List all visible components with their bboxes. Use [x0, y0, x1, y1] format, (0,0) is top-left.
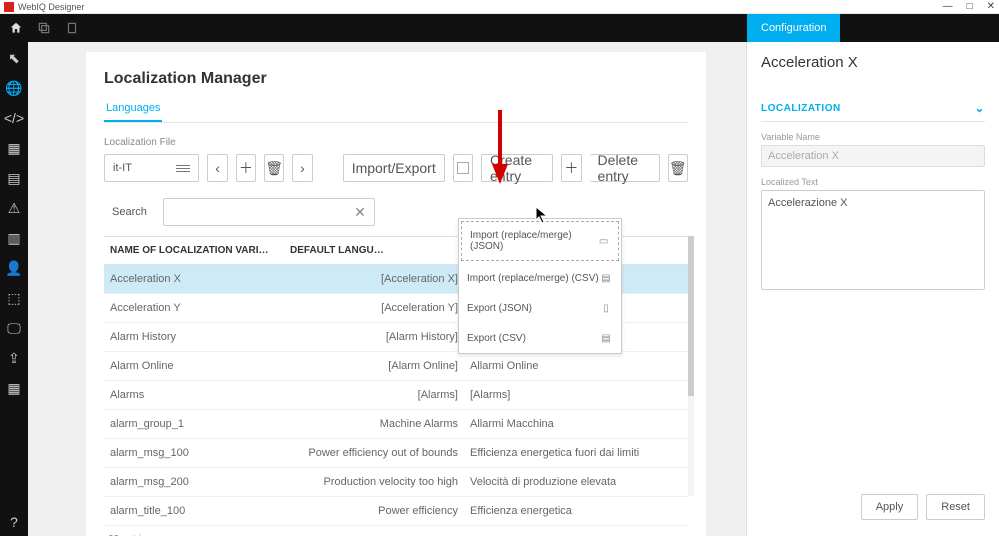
add-entry-button[interactable]: ＋	[561, 154, 581, 182]
top-toolbar	[0, 14, 999, 42]
delete-language-button[interactable]: 🗑	[264, 154, 284, 182]
next-button[interactable]: ›	[292, 154, 312, 182]
tab-languages[interactable]: Languages	[104, 98, 162, 122]
th-name[interactable]: NAME OF LOCALIZATION VARI…	[104, 237, 284, 265]
cursor-icon	[535, 206, 549, 224]
configuration-panel: Acceleration X LOCALIZATION ⌄ Variable N…	[746, 42, 999, 536]
window-minimize[interactable]: —	[943, 1, 953, 12]
localized-text-input[interactable]: Accelerazione X	[761, 190, 985, 290]
tool-user-icon[interactable]: 👤	[2, 256, 26, 280]
export-json-icon: ▯	[599, 301, 613, 315]
table-row[interactable]: alarm_title_100Power efficiencyEfficienz…	[104, 497, 688, 526]
variable-name-label: Variable Name	[761, 132, 985, 142]
locale-value: it-IT	[113, 162, 132, 174]
menu-import-csv[interactable]: Import (replace/merge) (CSV) ▤	[459, 263, 621, 293]
tool-image-icon[interactable]: ▦	[2, 136, 26, 160]
apply-button[interactable]: Apply	[861, 494, 919, 520]
tool-cursor-icon[interactable]: ⬉	[2, 46, 26, 70]
table-row[interactable]: alarm_msg_200Production velocity too hig…	[104, 468, 688, 497]
chevron-down-icon: ⌄	[974, 101, 985, 115]
app-icon	[4, 2, 14, 12]
tool-globe-icon[interactable]: 🌐	[2, 76, 26, 100]
locale-file-label: Localization File	[104, 137, 688, 148]
import-export-chk[interactable]	[453, 154, 473, 182]
table-row[interactable]: alarm_msg_100Power efficiency out of bou…	[104, 439, 688, 468]
import-json-icon: ▭	[597, 234, 610, 248]
menu-icon	[176, 165, 190, 172]
search-label: Search	[104, 206, 163, 218]
window-titlebar: WebIQ Designer — □ ✕	[0, 0, 999, 14]
locale-select[interactable]: it-IT	[104, 154, 199, 182]
localization-card: Localization Manager Languages Localizat…	[86, 52, 706, 536]
tool-chart-icon[interactable]: ▥	[2, 226, 26, 250]
localized-text-label: Localized Text	[761, 177, 985, 187]
import-export-menu: Import (replace/merge) (JSON) ▭ Import (…	[458, 218, 622, 354]
search-input[interactable]: ✕	[163, 198, 375, 226]
menu-export-json[interactable]: Export (JSON) ▯	[459, 293, 621, 323]
th-default[interactable]: DEFAULT LANGU…	[284, 237, 464, 265]
tool-code-icon[interactable]: </>	[2, 106, 26, 130]
table-row[interactable]: Alarm Online[Alarm Online]Allarmi Online	[104, 352, 688, 381]
create-entry-button[interactable]: Create entry	[481, 154, 553, 182]
tool-monitor-icon[interactable]: 🖵	[2, 316, 26, 340]
window-maximize[interactable]: □	[967, 1, 973, 12]
menu-import-json[interactable]: Import (replace/merge) (JSON) ▭	[461, 221, 619, 261]
reset-button[interactable]: Reset	[926, 494, 985, 520]
menu-export-csv[interactable]: Export (CSV) ▤	[459, 323, 621, 353]
paste-button[interactable]	[60, 16, 84, 40]
clear-search-icon[interactable]: ✕	[354, 204, 366, 221]
vertical-scrollbar[interactable]	[688, 236, 694, 496]
import-export-button[interactable]: Import/Export	[343, 154, 445, 182]
tool-upload-icon[interactable]: ⇪	[2, 346, 26, 370]
import-csv-icon: ▤	[599, 271, 613, 285]
table-row[interactable]: alarm_group_1Machine AlarmsAllarmi Macch…	[104, 410, 688, 439]
delete-entry-button[interactable]: Delete entry	[590, 154, 660, 182]
help-button[interactable]: ?	[10, 514, 18, 530]
window-close[interactable]: ✕	[987, 1, 995, 12]
home-button[interactable]	[4, 16, 28, 40]
copy-button[interactable]	[32, 16, 56, 40]
tool-warning-icon[interactable]: ⚠	[2, 196, 26, 220]
tool-grid-icon[interactable]: ▦	[2, 376, 26, 400]
localization-section-header[interactable]: LOCALIZATION ⌄	[761, 101, 985, 122]
left-toolrail: ⬉ 🌐 </> ▦ ▤ ⚠ ▥ 👤 ⬚ 🖵 ⇪ ▦ ?	[0, 42, 28, 536]
table-row[interactable]: Alarms[Alarms][Alarms]	[104, 381, 688, 410]
window-title: WebIQ Designer	[18, 2, 84, 12]
add-language-button[interactable]: ＋	[236, 154, 256, 182]
tool-box-icon[interactable]: ⬚	[2, 286, 26, 310]
delete-entry-trash-button[interactable]: 🗑	[668, 154, 688, 182]
tab-configuration[interactable]: Configuration	[747, 14, 840, 42]
selected-variable-title: Acceleration X	[761, 54, 985, 71]
workspace-canvas: Localization Manager Languages Localizat…	[28, 42, 746, 536]
tabs: Languages	[104, 98, 688, 123]
page-title: Localization Manager	[104, 70, 688, 88]
export-csv-icon: ▤	[599, 331, 613, 345]
variable-name-field: Acceleration X	[761, 145, 985, 167]
prev-button[interactable]: ‹	[207, 154, 227, 182]
tool-layers-icon[interactable]: ▤	[2, 166, 26, 190]
